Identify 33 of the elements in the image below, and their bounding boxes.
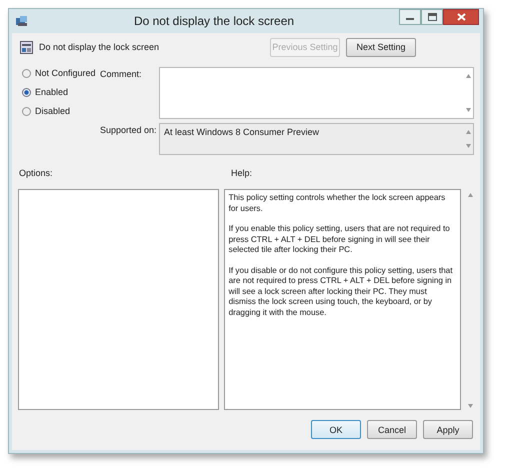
help-label: Help: (230, 168, 254, 180)
radio-label[interactable]: Enabled (35, 87, 68, 97)
radio-button[interactable] (22, 68, 31, 78)
next-setting-button[interactable]: Next Setting (346, 38, 416, 56)
maximize-button[interactable] (421, 9, 443, 25)
help-paragraph: If you disable or do not configure this policy setting, users that are not required to press CTRL + ALT + DEL before signing in will see a lock screen after locking their PC. They must dismiss the lock screen using touch, the keyboard, or by dragging it with the mouse. (228, 266, 454, 318)
window-title: Do not display the lock screen (132, 14, 296, 28)
help-paragraph: This policy setting controls whether the lock screen appears for users. (228, 193, 446, 214)
options-label: Options: (18, 168, 54, 180)
close-button[interactable] (443, 9, 479, 25)
close-icon (456, 13, 466, 21)
minimize-button[interactable] (399, 9, 421, 25)
setting-icon (20, 40, 33, 54)
scroll-up-icon[interactable] (466, 74, 470, 78)
supported-on-label: Supported on: (100, 124, 158, 137)
maximize-icon (428, 13, 436, 21)
apply-button[interactable]: Apply (423, 420, 473, 439)
radio-label[interactable]: Disabled (35, 106, 70, 116)
supported-on-value: At least Windows 8 Consumer Preview (163, 126, 320, 139)
radio-button[interactable] (22, 88, 31, 96)
radio-label[interactable]: Not Configured (35, 68, 96, 78)
scroll-down-icon[interactable] (466, 108, 470, 112)
scroll-up-icon[interactable] (466, 130, 470, 134)
scroll-down-icon[interactable] (466, 144, 470, 148)
radio-button[interactable] (22, 106, 31, 116)
setting-name: Do not display the lock screen (39, 42, 160, 52)
ok-button[interactable]: OK (311, 420, 361, 439)
cancel-button[interactable]: Cancel (367, 420, 417, 439)
help-paragraph: If you enable this policy setting, users that are not required to press CTRL + ALT + DEL before signing in will see their selected tile after locking their PC. (228, 224, 451, 256)
comment-label: Comment: (100, 68, 143, 81)
comment-field[interactable] (159, 67, 474, 119)
scroll-down-icon[interactable] (468, 404, 473, 408)
scroll-up-icon[interactable] (468, 193, 473, 197)
